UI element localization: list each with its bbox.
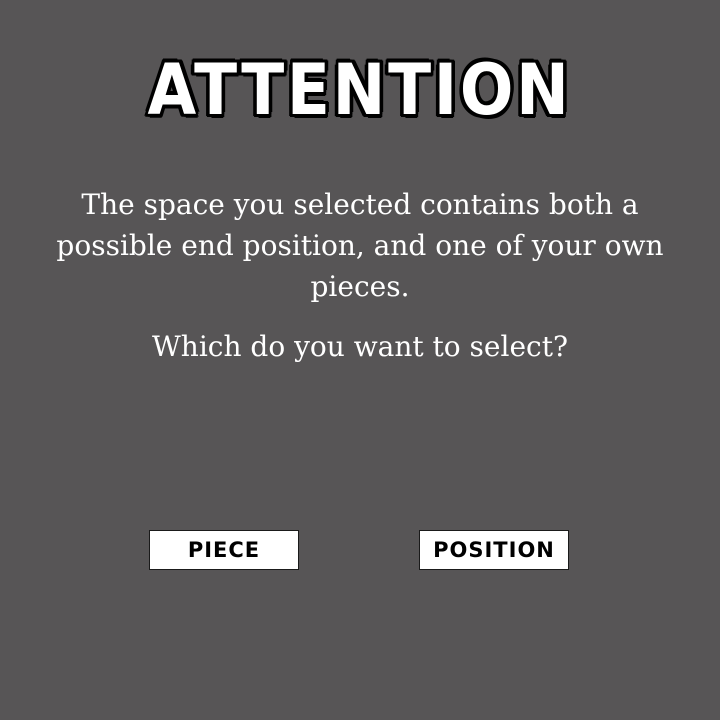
dialog-message: The space you selected contains both a p… xyxy=(56,188,664,303)
attention-dialog: ATTENTION The space you selected contain… xyxy=(0,0,720,720)
dialog-title: ATTENTION xyxy=(147,49,573,131)
dialog-title-container: ATTENTION xyxy=(0,46,720,134)
dialog-question: Which do you want to select? xyxy=(152,330,568,363)
select-piece-button[interactable]: PIECE xyxy=(149,530,299,570)
select-position-button[interactable]: POSITION xyxy=(419,530,569,570)
